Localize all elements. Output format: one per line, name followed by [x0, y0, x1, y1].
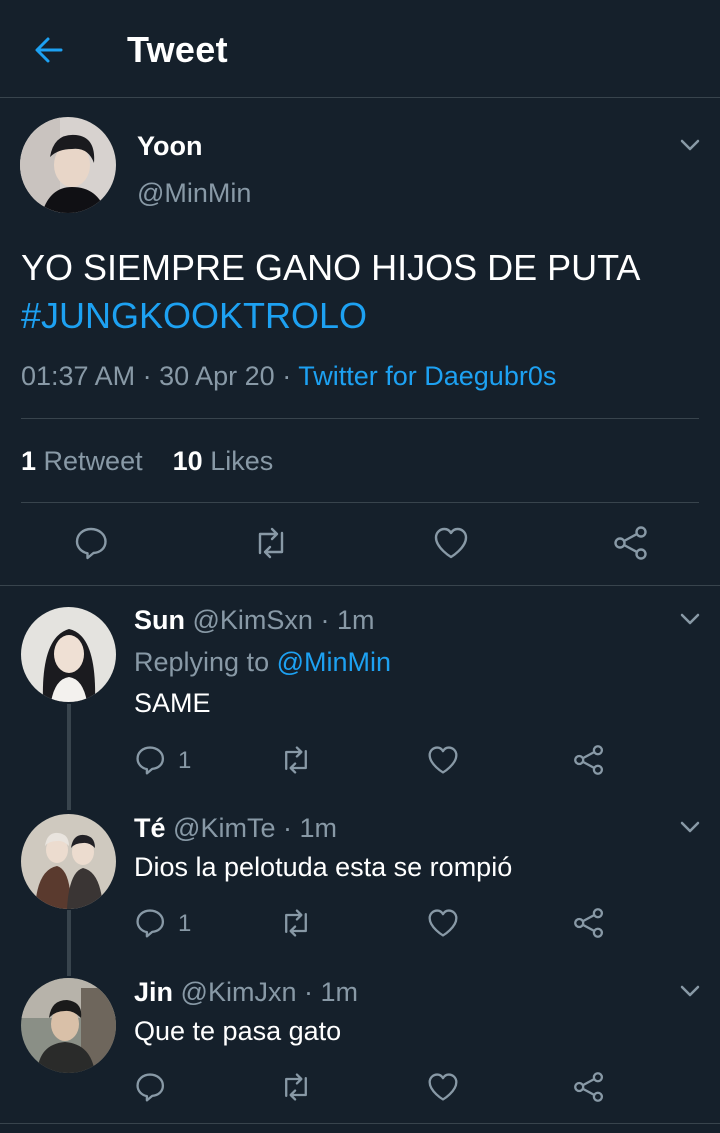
tweet-source-link[interactable]: Twitter for Daegubr0s — [298, 361, 556, 391]
share-icon[interactable] — [612, 525, 650, 561]
retweet-count: 1 — [21, 446, 37, 476]
reply-author-name[interactable]: Sun — [134, 605, 185, 635]
meta-separator: · — [282, 813, 292, 843]
share-icon[interactable] — [572, 1071, 606, 1103]
like-icon[interactable] — [426, 907, 460, 939]
arrow-left-icon[interactable] — [30, 31, 68, 69]
chevron-down-icon[interactable] — [677, 814, 703, 840]
tweet-meta: 01:37 AM · 30 Apr 20 · Twitter for Daegu… — [21, 361, 556, 392]
avatar[interactable] — [21, 814, 116, 909]
retweet-icon[interactable] — [251, 525, 291, 561]
chevron-down-icon[interactable] — [677, 132, 703, 158]
like-icon[interactable] — [426, 1071, 460, 1103]
retweet-stat[interactable]: 1 Retweet — [21, 446, 143, 476]
reply-icon[interactable] — [134, 744, 166, 776]
retweet-icon[interactable] — [278, 1071, 314, 1103]
reply-icon[interactable] — [73, 525, 109, 561]
retweet-icon[interactable] — [278, 907, 314, 939]
retweet-label: Retweet — [43, 446, 143, 476]
tweet-stats: 1 Retweet 10 Likes — [21, 446, 273, 477]
chevron-down-icon[interactable] — [677, 606, 703, 632]
reply-author-handle[interactable]: @KimJxn — [181, 977, 297, 1007]
reply-text: Dios la pelotuda esta se rompió — [134, 852, 513, 882]
tweet-body: YO SIEMPRE GANO HIJOS DE PUTA — [21, 247, 641, 288]
like-icon[interactable] — [426, 744, 460, 776]
page-title: Tweet — [127, 29, 228, 70]
share-icon[interactable] — [572, 744, 606, 776]
likes-label: Likes — [210, 446, 274, 476]
retweet-icon[interactable] — [278, 744, 314, 776]
avatar[interactable] — [21, 607, 116, 702]
share-icon[interactable] — [572, 907, 606, 939]
meta-separator: · — [303, 977, 313, 1007]
thread-line — [67, 704, 71, 810]
author-name[interactable]: Yoon — [137, 131, 202, 162]
thread-line — [67, 910, 71, 976]
meta-separator: · — [320, 605, 330, 635]
hashtag-link[interactable]: #JUNGKOOKTROLO — [21, 292, 711, 340]
tweet-detail-screen: Tweet Yoon @MinMin YO SIEMPRE GANO HIJOS… — [0, 0, 720, 1133]
like-count: 10 — [172, 446, 203, 476]
mention-link[interactable]: @MinMin — [277, 647, 391, 677]
avatar[interactable] — [20, 117, 116, 213]
reply-text: SAME — [134, 688, 211, 718]
reply-header: Sun @KimSxn · 1m — [134, 605, 375, 636]
tweet-text: YO SIEMPRE GANO HIJOS DE PUTA #JUNGKOOKT… — [21, 244, 711, 340]
author-handle[interactable]: @MinMin — [137, 178, 251, 209]
reply-author-name[interactable]: Jin — [134, 977, 173, 1007]
reply-count: 1 — [178, 747, 192, 774]
reply-time: 1m — [320, 977, 359, 1007]
like-icon[interactable] — [432, 525, 470, 561]
divider — [21, 502, 699, 503]
reply-header: Té @KimTe · 1m — [134, 813, 337, 844]
reply-author-handle[interactable]: @KimTe — [173, 813, 275, 843]
replying-to: Replying to @MinMin — [134, 647, 391, 678]
reply-icon[interactable] — [134, 1071, 166, 1103]
top-app-bar: Tweet — [0, 0, 720, 98]
reply-header: Jin @KimJxn · 1m — [134, 977, 358, 1008]
chevron-down-icon[interactable] — [677, 978, 703, 1004]
reply-author-name[interactable]: Té — [134, 813, 166, 843]
reply-text: Que te pasa gato — [134, 1016, 342, 1046]
reply-count: 1 — [178, 910, 192, 937]
tweet-date: 30 Apr 20 — [159, 361, 275, 391]
reply-time: 1m — [336, 605, 375, 635]
divider — [0, 1123, 720, 1124]
reply-icon[interactable] — [134, 907, 166, 939]
reply-author-handle[interactable]: @KimSxn — [193, 605, 313, 635]
tweet-time: 01:37 AM — [21, 361, 136, 391]
meta-separator: · — [282, 361, 292, 391]
meta-separator: · — [142, 361, 152, 391]
likes-stat[interactable]: 10 Likes — [173, 446, 274, 476]
avatar[interactable] — [21, 978, 116, 1073]
reply-time: 1m — [299, 813, 338, 843]
divider — [21, 418, 699, 419]
divider — [0, 585, 720, 586]
replying-to-label: Replying to — [134, 647, 270, 677]
